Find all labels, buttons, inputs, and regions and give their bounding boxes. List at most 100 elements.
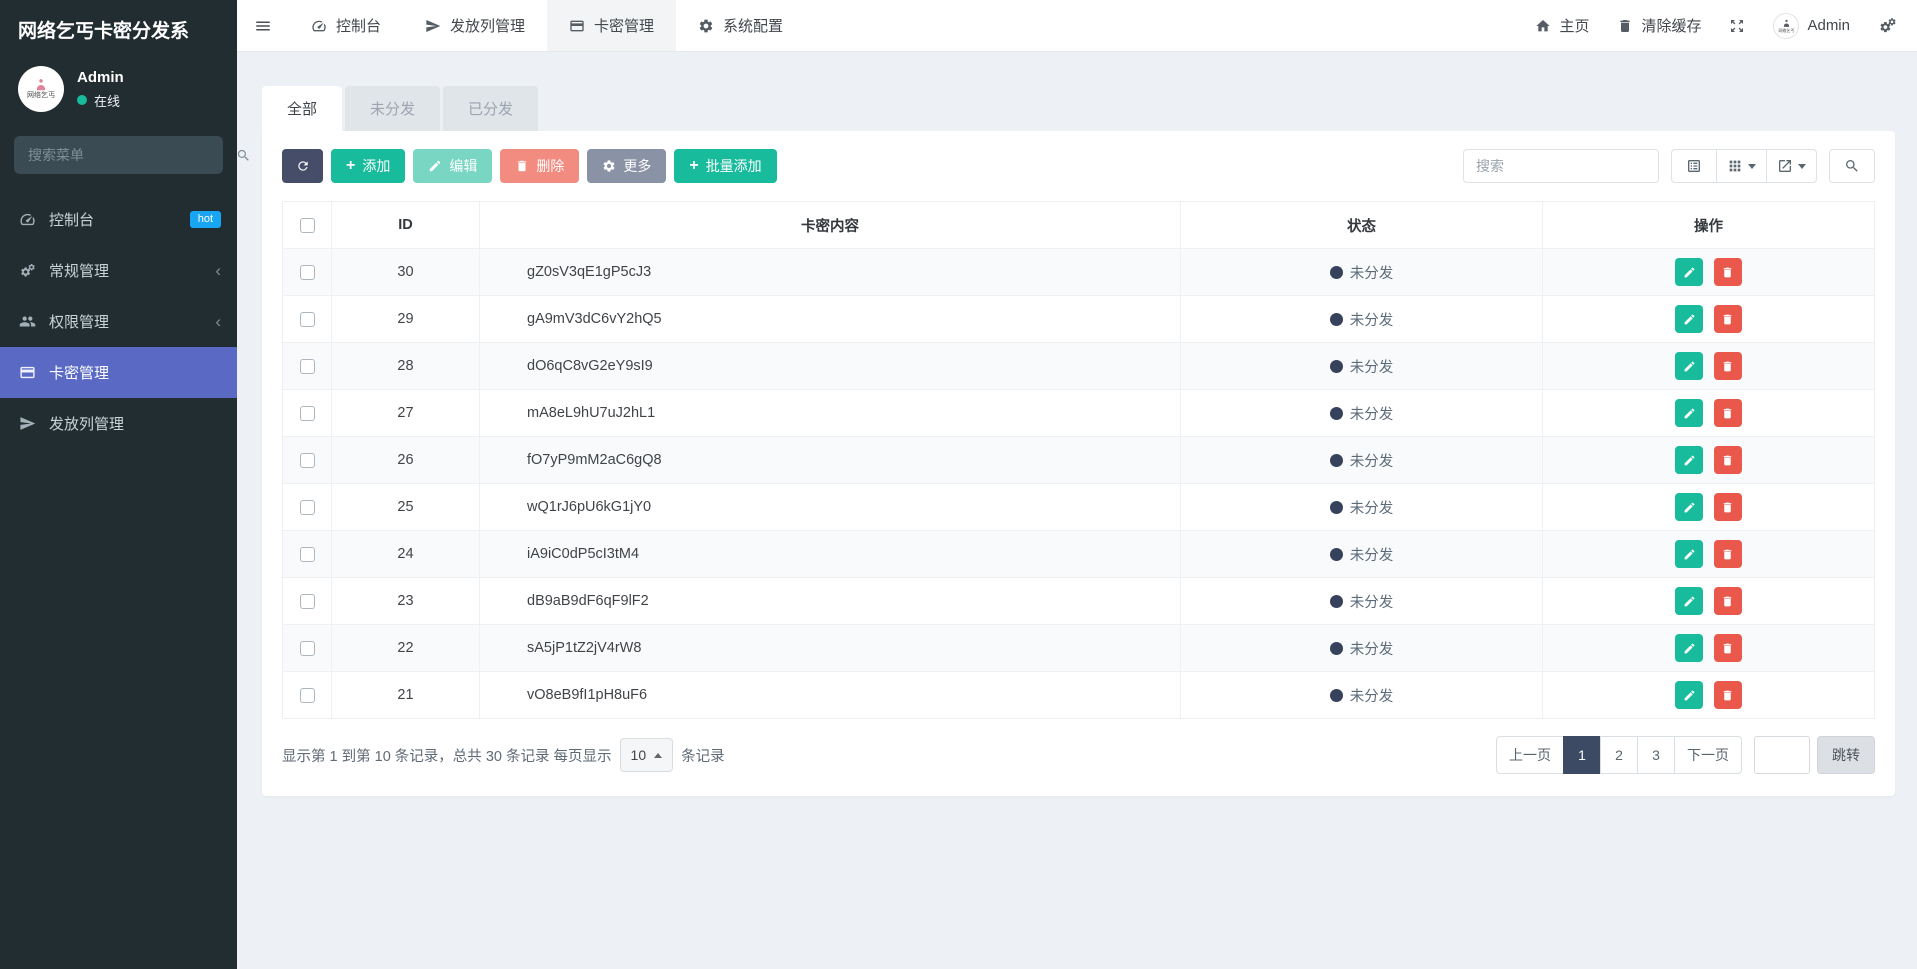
status-dot-icon — [1330, 689, 1343, 702]
row-code: gZ0sV3qE1gP5cJ3 — [480, 249, 1181, 296]
add-label: 添加 — [362, 156, 390, 176]
row-code: mA8eL9hU7uJ2hL1 — [480, 390, 1181, 437]
row-checkbox[interactable] — [300, 453, 315, 468]
table-row: 26 fO7yP9mM2aC6gQ8 未分发 — [283, 437, 1875, 484]
hamburger-icon[interactable] — [237, 0, 289, 51]
select-all-checkbox[interactable] — [300, 218, 315, 233]
row-code: dB9aB9dF6qF9lF2 — [480, 578, 1181, 625]
row-delete-button[interactable] — [1714, 493, 1742, 521]
row-checkbox[interactable] — [300, 406, 315, 421]
row-edit-button[interactable] — [1675, 446, 1703, 474]
row-delete-button[interactable] — [1714, 634, 1742, 662]
row-checkbox[interactable] — [300, 547, 315, 562]
batch-add-button[interactable]: +批量添加 — [674, 149, 776, 183]
page-button-2[interactable]: 2 — [1600, 736, 1638, 774]
row-checkbox[interactable] — [300, 359, 315, 374]
page-button-1[interactable]: 1 — [1563, 736, 1601, 774]
nav-tab-cardkeys[interactable]: 卡密管理 — [547, 0, 676, 51]
row-id: 22 — [332, 625, 480, 672]
pencil-icon — [1683, 595, 1696, 608]
row-select-cell — [283, 531, 332, 578]
pagination: 上一页 1 2 3 下一页 跳转 — [1496, 736, 1875, 774]
sidebar-item-cardkeys[interactable]: 卡密管理 — [0, 347, 237, 398]
column-code: 卡密内容 — [480, 202, 1181, 249]
row-delete-button[interactable] — [1714, 399, 1742, 427]
row-code: wQ1rJ6pU6kG1jY0 — [480, 484, 1181, 531]
row-delete-button[interactable] — [1714, 587, 1742, 615]
row-checkbox[interactable] — [300, 312, 315, 327]
search-button[interactable] — [1829, 149, 1875, 183]
row-delete-button[interactable] — [1714, 258, 1742, 286]
row-actions — [1543, 672, 1875, 719]
settings-menu[interactable] — [1878, 17, 1897, 34]
row-delete-button[interactable] — [1714, 446, 1742, 474]
menu-search-input[interactable] — [14, 147, 223, 163]
gauge-icon — [311, 18, 327, 34]
nav-tab-distribution[interactable]: 发放列管理 — [403, 0, 547, 51]
row-edit-button[interactable] — [1675, 587, 1703, 615]
more-button[interactable]: 更多 — [587, 149, 666, 183]
page-size-dropdown[interactable]: 10 — [620, 738, 674, 772]
clear-cache-link[interactable]: 清除缓存 — [1617, 15, 1701, 36]
row-edit-button[interactable] — [1675, 305, 1703, 333]
next-page-button[interactable]: 下一页 — [1674, 736, 1742, 774]
row-status-label: 未分发 — [1350, 309, 1394, 330]
row-edit-button[interactable] — [1675, 634, 1703, 662]
pencil-icon — [1683, 313, 1696, 326]
row-checkbox[interactable] — [300, 265, 315, 280]
filter-tab-all[interactable]: 全部 — [262, 86, 342, 131]
user-menu[interactable]: 网络乞丐 Admin — [1773, 13, 1850, 39]
sidebar: 网络乞丐卡密分发系 网络乞丐 Admin 在线 控制台 hot 常规管理 ‹ — [0, 0, 237, 969]
row-status-label: 未分发 — [1350, 403, 1394, 424]
row-checkbox[interactable] — [300, 500, 315, 515]
page-button-3[interactable]: 3 — [1637, 736, 1675, 774]
trash-icon — [1721, 595, 1734, 608]
mascot-icon — [34, 78, 48, 92]
sidebar-item-distribution[interactable]: 发放列管理 — [0, 398, 237, 449]
nav-tab-settings[interactable]: 系统配置 — [676, 0, 805, 51]
pencil-icon — [1683, 689, 1696, 702]
export-button[interactable] — [1766, 149, 1817, 183]
row-delete-button[interactable] — [1714, 681, 1742, 709]
refresh-button[interactable] — [282, 149, 323, 183]
sidebar-item-general[interactable]: 常规管理 ‹ — [0, 245, 237, 296]
row-select-cell — [283, 390, 332, 437]
row-edit-button[interactable] — [1675, 681, 1703, 709]
row-checkbox[interactable] — [300, 688, 315, 703]
home-link[interactable]: 主页 — [1535, 15, 1589, 36]
row-edit-button[interactable] — [1675, 352, 1703, 380]
trash-icon — [1721, 501, 1734, 514]
jump-button[interactable]: 跳转 — [1817, 736, 1875, 774]
row-edit-button[interactable] — [1675, 399, 1703, 427]
column-status: 状态 — [1181, 202, 1543, 249]
sidebar-item-dashboard[interactable]: 控制台 hot — [0, 194, 237, 245]
row-id: 29 — [332, 296, 480, 343]
columns-button[interactable] — [1716, 149, 1767, 183]
row-edit-button[interactable] — [1675, 258, 1703, 286]
row-delete-button[interactable] — [1714, 540, 1742, 568]
row-edit-button[interactable] — [1675, 540, 1703, 568]
prev-page-button[interactable]: 上一页 — [1496, 736, 1564, 774]
filter-tab-unassigned[interactable]: 未分发 — [345, 86, 440, 131]
row-status-label: 未分发 — [1350, 450, 1394, 471]
delete-button[interactable]: 删除 — [500, 149, 579, 183]
row-checkbox[interactable] — [300, 641, 315, 656]
fullscreen-button[interactable] — [1729, 18, 1745, 34]
column-id: ID — [332, 202, 480, 249]
row-status: 未分发 — [1181, 296, 1543, 343]
sidebar-item-permissions[interactable]: 权限管理 ‹ — [0, 296, 237, 347]
row-actions — [1543, 296, 1875, 343]
row-checkbox[interactable] — [300, 594, 315, 609]
row-edit-button[interactable] — [1675, 493, 1703, 521]
toggle-view-button[interactable] — [1671, 149, 1717, 183]
edit-button[interactable]: 编辑 — [413, 149, 492, 183]
row-delete-button[interactable] — [1714, 352, 1742, 380]
row-delete-button[interactable] — [1714, 305, 1742, 333]
nav-tab-dashboard[interactable]: 控制台 — [289, 0, 403, 51]
table-search-input[interactable] — [1463, 149, 1659, 183]
filter-tab-assigned[interactable]: 已分发 — [443, 86, 538, 131]
add-button[interactable]: +添加 — [331, 149, 405, 183]
jump-page-input[interactable] — [1754, 736, 1810, 774]
caret-down-icon — [1748, 164, 1756, 169]
sidebar-item-label: 控制台 — [49, 209, 94, 230]
